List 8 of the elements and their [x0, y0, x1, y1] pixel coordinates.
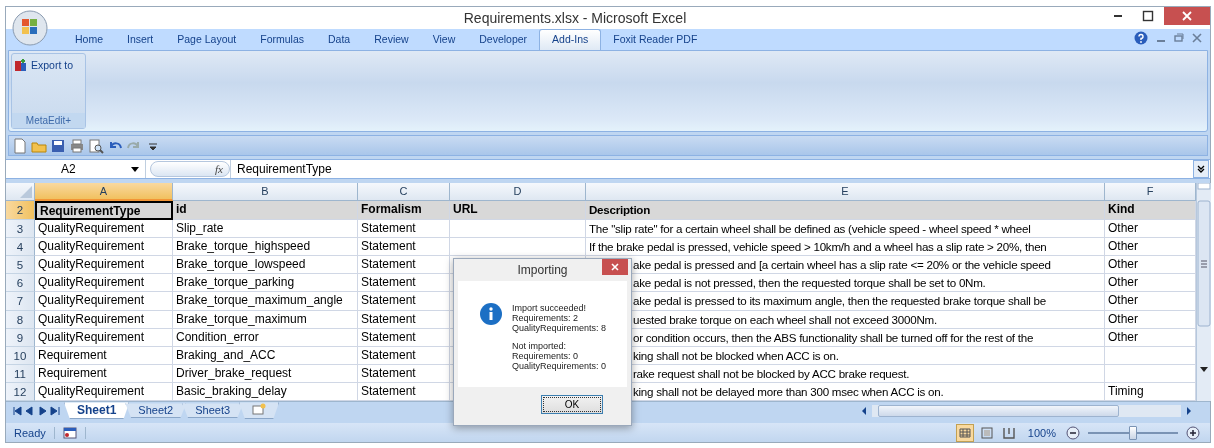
message-text: Requirements: 0: [512, 351, 580, 361]
status-text: Ready: [6, 426, 55, 439]
dialog-title: Importing: [517, 263, 568, 277]
message-text: Not imported:: [512, 341, 568, 351]
message-text: Requirements: 2: [512, 313, 580, 323]
window-title: Requirements.xlsx - Microsoft Excel: [462, 10, 688, 27]
group-label: MetaEdit+: [12, 113, 85, 129]
message-text: Import succeeded!: [512, 303, 588, 313]
